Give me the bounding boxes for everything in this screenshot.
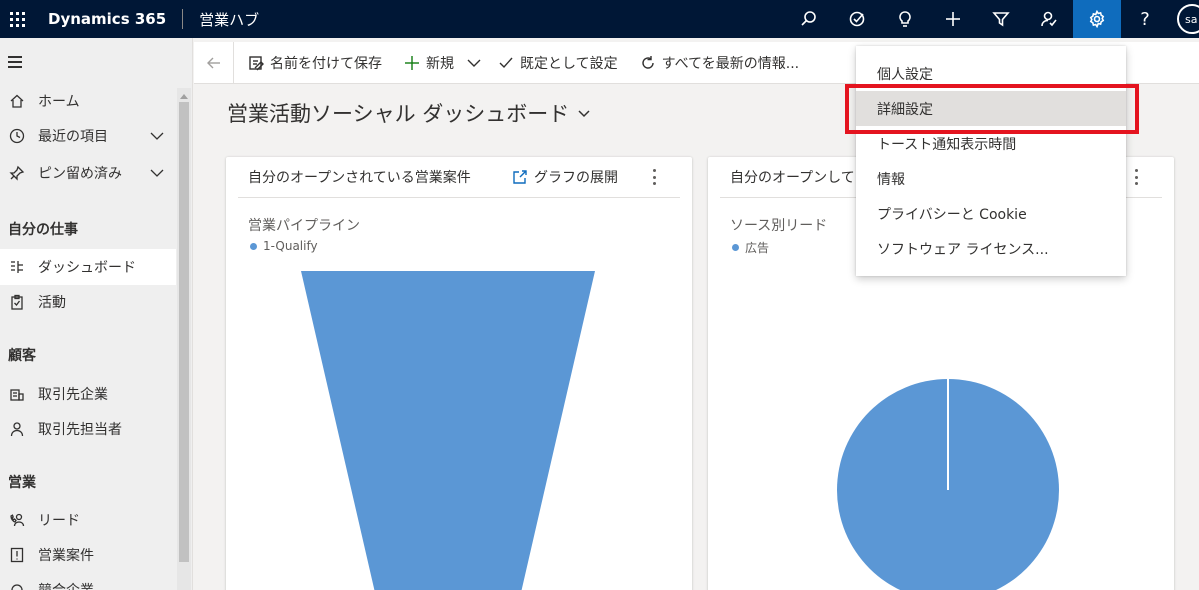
nav-item-label: ホーム	[38, 94, 80, 110]
gear-icon	[1089, 10, 1105, 28]
building-icon	[8, 385, 26, 403]
nav-item-label: リード	[38, 513, 80, 529]
chevron-down-icon	[578, 110, 590, 118]
task-icon	[849, 11, 865, 27]
menu-item-about[interactable]: 情報	[856, 161, 1126, 196]
settings-menu: 個人設定 詳細設定 トースト通知表示時間 情報 プライバシーと Cookie ソ…	[856, 46, 1126, 276]
nav-item-label: 取引先企業	[38, 387, 108, 403]
chart-card-opportunities: 自分のオープンされている営業案件 グラフの展開 営業パイプライン 1-Quali…	[226, 157, 692, 590]
app-launcher-button[interactable]	[0, 0, 34, 38]
nav-item-dashboard[interactable]: ダッシュボード	[0, 249, 176, 285]
new-button[interactable]: 新規	[404, 53, 482, 73]
person-icon	[8, 420, 26, 438]
task-button[interactable]	[833, 0, 881, 38]
save-as-button[interactable]: 名前を付けて保存	[248, 53, 382, 73]
waffle-icon	[9, 11, 25, 27]
opportunity-icon	[8, 546, 26, 564]
refresh-all-button[interactable]: すべてを最新の情報...	[640, 53, 800, 73]
nav-item-pinned[interactable]: ピン留め済み	[0, 155, 176, 191]
back-button[interactable]	[194, 41, 234, 84]
nav-item-leads[interactable]: リード	[0, 502, 176, 538]
chevron-down-icon[interactable]	[150, 129, 164, 143]
nav-item-home[interactable]: ホーム	[0, 83, 176, 119]
save-as-label: 名前を付けて保存	[270, 55, 382, 72]
nav-item-label: 取引先担当者	[38, 422, 122, 438]
filter-icon	[992, 12, 1010, 27]
quick-create-button[interactable]	[929, 0, 977, 38]
save-as-icon	[249, 55, 264, 70]
plus-icon	[946, 12, 960, 26]
clipboard-icon	[8, 293, 26, 311]
assistant-icon	[1041, 11, 1057, 27]
nav-item-contacts[interactable]: 取引先担当者	[0, 411, 176, 447]
chevron-down-icon[interactable]	[466, 55, 482, 71]
arrow-left-icon	[206, 57, 220, 68]
avatar[interactable]: sa	[1177, 4, 1199, 34]
search-icon	[801, 11, 816, 26]
dashboard-icon	[8, 258, 26, 276]
settings-button[interactable]	[1073, 0, 1121, 38]
assistant-button[interactable]	[1025, 0, 1073, 38]
scrollbar-thumb[interactable]	[179, 102, 189, 562]
dashboard-title: 営業活動ソーシャル ダッシュボード	[227, 102, 570, 126]
search-button[interactable]	[785, 0, 833, 38]
help-button[interactable]: ?	[1121, 0, 1169, 38]
sitemap-nav: ホーム 最近の項目 ピン留め済み 自分の仕事 ダッシュボード 活動 顧客 取引先…	[0, 38, 193, 590]
highlight-annotation	[845, 84, 1139, 134]
nav-item-recent[interactable]: 最近の項目	[0, 118, 176, 154]
competitor-icon	[8, 581, 26, 590]
advanced-find-button[interactable]	[977, 0, 1025, 38]
lightbulb-icon	[899, 11, 911, 27]
scroll-up-icon[interactable]	[180, 94, 188, 99]
clock-icon	[8, 127, 26, 145]
phone-person-icon	[8, 511, 26, 529]
nav-item-opportunities[interactable]: 営業案件	[0, 537, 176, 573]
nav-item-label: 最近の項目	[38, 129, 108, 145]
pin-icon	[8, 164, 26, 182]
hamburger-icon[interactable]	[8, 56, 22, 71]
nav-item-label: ダッシュボード	[38, 260, 136, 276]
plus-icon	[405, 55, 419, 70]
new-label: 新規	[426, 55, 454, 72]
chevron-down-icon[interactable]	[150, 166, 164, 180]
nav-group-title: 営業	[8, 475, 36, 491]
nav-item-activities[interactable]: 活動	[0, 284, 176, 320]
nav-item-label: 営業案件	[38, 548, 94, 564]
top-bar: Dynamics 365 営業ハブ ? sa	[0, 0, 1199, 38]
app-title[interactable]: 営業ハブ	[199, 9, 259, 30]
help-icon: ?	[1140, 8, 1150, 30]
nav-item-accounts[interactable]: 取引先企業	[0, 376, 176, 412]
set-default-button[interactable]: 既定として設定	[498, 53, 618, 73]
nav-scrollbar[interactable]	[177, 88, 191, 590]
nav-group-title: 自分の仕事	[8, 222, 78, 238]
funnel-chart	[301, 271, 595, 590]
menu-item-licenses[interactable]: ソフトウェア ライセンス...	[856, 231, 1126, 266]
checkmark-icon	[499, 57, 513, 68]
nav-item-competitors[interactable]: 競合企業	[0, 572, 176, 590]
refresh-all-label: すべてを最新の情報...	[661, 55, 800, 72]
divider	[182, 9, 184, 29]
nav-item-label: 競合企業	[38, 580, 94, 590]
dashboard-selector[interactable]: 営業活動ソーシャル ダッシュボード	[227, 98, 591, 128]
funnel-segment[interactable]	[301, 271, 595, 590]
avatar-container[interactable]: sa	[1169, 0, 1199, 38]
set-default-label: 既定として設定	[520, 55, 618, 72]
brand-name[interactable]: Dynamics 365	[48, 10, 166, 28]
nav-item-label: ピン留め済み	[38, 166, 122, 182]
menu-item-privacy[interactable]: プライバシーと Cookie	[856, 196, 1126, 231]
nav-group-title: 顧客	[8, 348, 36, 364]
refresh-icon	[641, 55, 654, 69]
home-icon	[8, 92, 26, 110]
top-icons: ? sa	[785, 0, 1199, 38]
ideas-button[interactable]	[881, 0, 929, 38]
nav-item-label: 活動	[38, 295, 66, 311]
